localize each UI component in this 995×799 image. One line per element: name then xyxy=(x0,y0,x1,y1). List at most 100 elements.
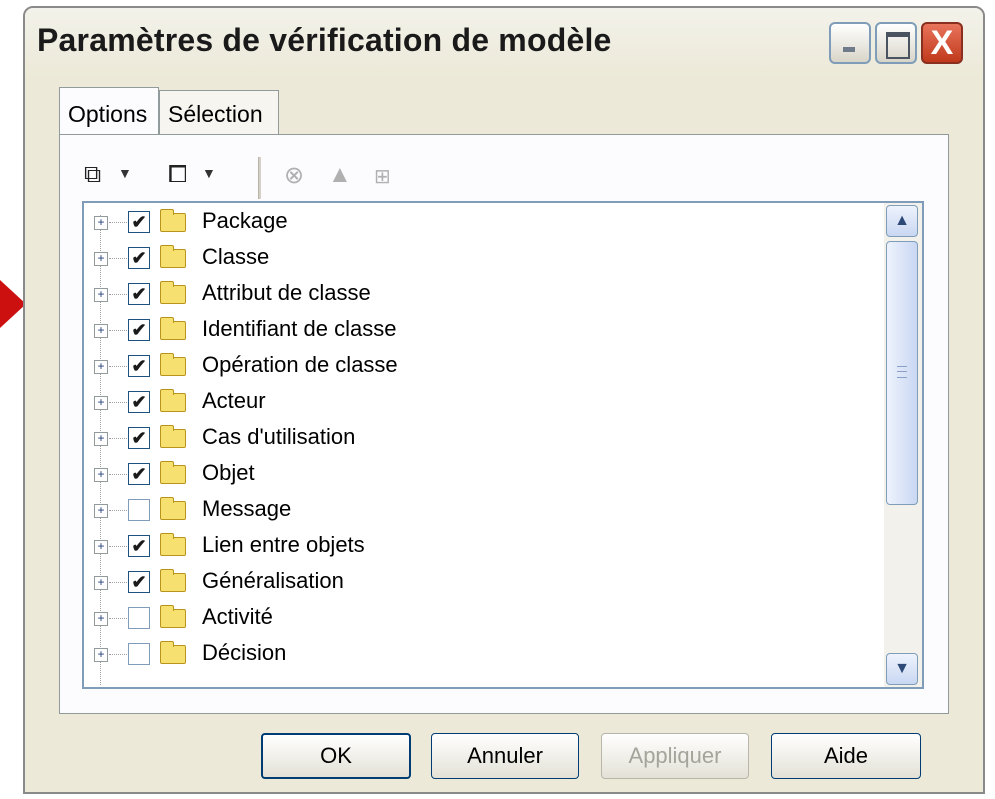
tab-selection[interactable]: Sélection xyxy=(159,90,279,134)
tab-options[interactable]: Options xyxy=(59,87,159,134)
folder-icon xyxy=(160,281,186,304)
tree-item-label: Lien entre objets xyxy=(202,532,365,557)
tree-item-checkbox[interactable]: ✔ xyxy=(128,211,150,233)
tree-item-checkbox[interactable]: ✔ xyxy=(128,499,150,521)
tree-item-label: Opération de classe xyxy=(202,352,398,377)
tree-item-label: Décision xyxy=(202,640,287,665)
options-panel: ⧉ ▼ ⧠ ▼ ⊗ ▲ ⊞ + ✔ Package + ✔ Classe + ✔ Attribu… xyxy=(59,134,949,714)
tree-item-checkbox[interactable]: ✔ xyxy=(128,463,150,485)
tree-item[interactable]: + ✔ Généralisation xyxy=(90,565,890,601)
expand-icon[interactable]: + xyxy=(94,360,108,374)
toolbar: ⧉ ▼ ⧠ ▼ ⊗ ▲ ⊞ xyxy=(84,157,444,199)
uncheck-all-icon[interactable]: ⧠ xyxy=(168,161,187,189)
tree-item[interactable]: + ✔ Message xyxy=(90,493,890,529)
vertical-scrollbar[interactable]: ▲ ▼ xyxy=(884,203,922,687)
close-icon: X xyxy=(930,24,954,62)
close-button[interactable]: X xyxy=(921,22,963,64)
tree-item-label: Identifiant de classe xyxy=(202,316,397,341)
tree-item-checkbox[interactable]: ✔ xyxy=(128,607,150,629)
tree-item[interactable]: + ✔ Package xyxy=(90,205,890,241)
dropdown-arrow-icon[interactable]: ▼ xyxy=(118,165,132,181)
expand-icon[interactable]: + xyxy=(94,432,108,446)
tree-item[interactable]: + ✔ Lien entre objets xyxy=(90,529,890,565)
tree-connector-line xyxy=(109,294,127,295)
scroll-thumb[interactable] xyxy=(886,241,918,505)
check-tree[interactable]: + ✔ Package + ✔ Classe + ✔ Attribut de classe + ✔ I… xyxy=(82,201,924,689)
cancel-button[interactable]: Annuler xyxy=(431,733,579,779)
tree-item[interactable]: + ✔ Activité xyxy=(90,601,890,637)
dropdown-arrow-icon[interactable]: ▼ xyxy=(202,165,216,181)
scroll-down-button[interactable]: ▼ xyxy=(886,653,918,685)
tree-item[interactable]: + ✔ Décision xyxy=(90,637,890,673)
tree-item[interactable]: + ✔ Acteur xyxy=(90,385,890,421)
tree-connector-line xyxy=(109,222,127,223)
apply-button[interactable]: Appliquer xyxy=(601,733,749,779)
title-bar[interactable]: Paramètres de vérification de modèle X xyxy=(25,8,983,78)
folder-icon xyxy=(160,389,186,412)
folder-icon xyxy=(160,461,186,484)
tree-connector-line xyxy=(109,546,127,547)
folder-icon xyxy=(160,425,186,448)
error-icon[interactable]: ⊗ xyxy=(284,161,304,190)
tree-connector-line xyxy=(109,654,127,655)
tree-item[interactable]: + ✔ Classe xyxy=(90,241,890,277)
folder-icon xyxy=(160,569,186,592)
toolbar-separator xyxy=(258,157,261,199)
folder-icon xyxy=(160,317,186,340)
maximize-button[interactable] xyxy=(875,22,917,64)
tree-connector-line xyxy=(109,510,127,511)
folder-icon xyxy=(160,245,186,268)
expand-icon[interactable]: + xyxy=(94,576,108,590)
tree-item-checkbox[interactable]: ✔ xyxy=(128,643,150,665)
tree-connector-line xyxy=(109,330,127,331)
expand-icon[interactable]: + xyxy=(94,540,108,554)
check-all-icon[interactable]: ⧉ xyxy=(84,161,101,189)
folder-icon xyxy=(160,353,186,376)
tree-connector-line xyxy=(109,474,127,475)
warning-icon[interactable]: ▲ xyxy=(328,161,352,189)
folder-icon xyxy=(160,533,186,556)
expand-icon[interactable]: + xyxy=(94,324,108,338)
tree-item-label: Attribut de classe xyxy=(202,280,371,305)
folder-icon xyxy=(160,209,186,232)
tree-connector-line xyxy=(109,438,127,439)
expand-icon[interactable]: + xyxy=(94,288,108,302)
expand-icon[interactable]: + xyxy=(94,396,108,410)
minimize-button[interactable] xyxy=(829,22,871,64)
tree-item-checkbox[interactable]: ✔ xyxy=(128,319,150,341)
tree-item-label: Généralisation xyxy=(202,568,344,593)
tree-item-label: Message xyxy=(202,496,292,521)
folder-icon xyxy=(160,497,186,520)
tree-item-label: Package xyxy=(202,208,288,233)
folder-icon xyxy=(160,641,186,664)
tree-item-label: Classe xyxy=(202,244,270,269)
tree-item[interactable]: + ✔ Objet xyxy=(90,457,890,493)
tree-item-checkbox[interactable]: ✔ xyxy=(128,247,150,269)
expand-icon[interactable]: + xyxy=(94,648,108,662)
tree-item-checkbox[interactable]: ✔ xyxy=(128,391,150,413)
expand-icon[interactable]: + xyxy=(94,468,108,482)
expand-icon[interactable]: + xyxy=(94,216,108,230)
scroll-up-button[interactable]: ▲ xyxy=(886,205,918,237)
tree-item[interactable]: + ✔ Opération de classe xyxy=(90,349,890,385)
expand-icon[interactable]: + xyxy=(94,252,108,266)
expand-icon[interactable]: + xyxy=(94,612,108,626)
tree-item-checkbox[interactable]: ✔ xyxy=(128,355,150,377)
tree-item-checkbox[interactable]: ✔ xyxy=(128,571,150,593)
dialog-window: Paramètres de vérification de modèle X O… xyxy=(23,6,985,794)
tree-item[interactable]: + ✔ Identifiant de classe xyxy=(90,313,890,349)
expand-icon[interactable]: + xyxy=(94,504,108,518)
help-button[interactable]: Aide xyxy=(771,733,921,779)
tree-item-checkbox[interactable]: ✔ xyxy=(128,427,150,449)
tree-item-label: Cas d'utilisation xyxy=(202,424,356,449)
folder-icon xyxy=(160,605,186,628)
tree-item[interactable]: + ✔ Attribut de classe xyxy=(90,277,890,313)
tree-item-label: Acteur xyxy=(202,388,266,413)
add-icon[interactable]: ⊞ xyxy=(374,164,391,189)
tree-item[interactable]: + ✔ Cas d'utilisation xyxy=(90,421,890,457)
tree-item-checkbox[interactable]: ✔ xyxy=(128,535,150,557)
tree-item-checkbox[interactable]: ✔ xyxy=(128,283,150,305)
ok-button[interactable]: OK xyxy=(261,733,411,779)
tree-item-label: Objet xyxy=(202,460,255,485)
tree-connector-line xyxy=(109,582,127,583)
